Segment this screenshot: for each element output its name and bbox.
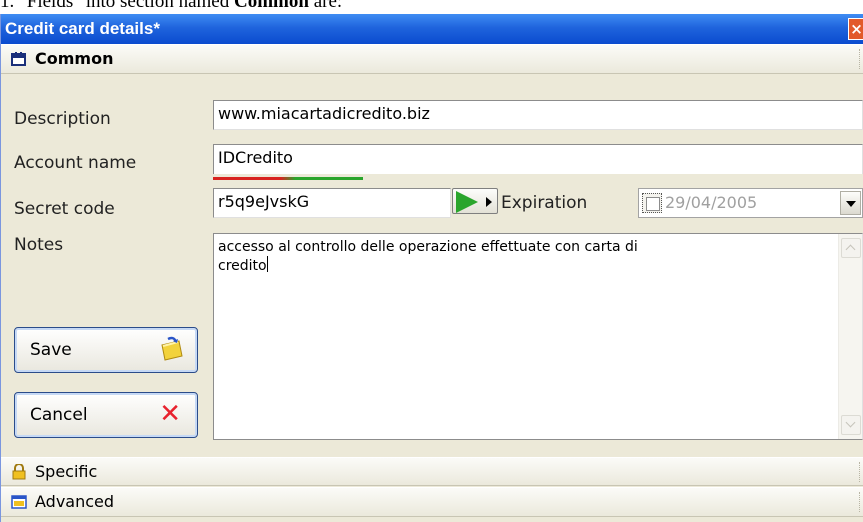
expiration-value: 29/04/2005 xyxy=(665,193,758,212)
notes-scrollbar[interactable] xyxy=(838,234,862,439)
expiration-date-picker[interactable]: 29/04/2005 xyxy=(638,188,863,218)
description-field[interactable]: www.miacartadicredito.biz xyxy=(213,100,863,130)
section-specific-label: Specific xyxy=(35,462,98,481)
description-label: Description xyxy=(14,109,111,129)
expiration-label: Expiration xyxy=(501,193,588,213)
notes-textarea[interactable]: accesso al controllo delle operazione ef… xyxy=(213,233,863,440)
section-grip xyxy=(859,492,862,512)
generate-code-button[interactable] xyxy=(452,188,498,214)
advanced-section-icon xyxy=(11,495,27,509)
section-common-label: Common xyxy=(35,49,114,68)
section-grip xyxy=(859,462,862,482)
account-name-field[interactable]: IDCredito xyxy=(213,144,863,174)
password-strength-bar xyxy=(213,177,363,180)
heading-bold-text: Common xyxy=(233,0,309,12)
save-button[interactable]: Save xyxy=(14,327,198,373)
chevron-down-icon[interactable] xyxy=(840,191,861,215)
credit-card-details-window: Credit card details* × Common Descriptio… xyxy=(0,14,863,522)
section-advanced-label: Advanced xyxy=(35,492,115,511)
arrow-right-icon xyxy=(486,197,492,207)
scroll-up-icon[interactable] xyxy=(841,238,861,258)
section-common-header[interactable]: Common xyxy=(1,44,863,74)
notes-label: Notes xyxy=(14,235,64,255)
lock-icon xyxy=(12,464,26,480)
text-caret xyxy=(266,256,268,272)
expiration-checkbox[interactable] xyxy=(642,193,662,213)
section-specific-header[interactable]: Specific xyxy=(1,457,863,486)
scroll-down-icon[interactable] xyxy=(841,415,861,435)
window-title: Credit card details* xyxy=(5,19,160,38)
common-section-icon xyxy=(11,52,26,66)
cancel-button[interactable]: Cancel ✕ xyxy=(14,392,198,438)
notes-content: accesso al controllo delle operazione ef… xyxy=(218,239,638,274)
section-grip xyxy=(859,49,862,69)
account-name-label: Account name xyxy=(14,153,137,173)
heading-text: 1. "Fields" into section named xyxy=(0,0,234,12)
play-icon xyxy=(456,191,478,213)
close-x-icon: ✕ xyxy=(159,399,181,429)
heading-suffix-text: are: xyxy=(308,0,343,12)
close-icon[interactable]: × xyxy=(848,18,863,40)
secret-code-label: Secret code xyxy=(14,199,115,219)
save-button-label: Save xyxy=(30,340,72,360)
save-icon xyxy=(161,336,183,361)
title-bar: Credit card details* × xyxy=(1,14,863,44)
section-advanced-header[interactable]: Advanced xyxy=(1,487,863,517)
secret-code-field[interactable]: r5q9eJvskG xyxy=(213,188,451,218)
document-heading: 1. "Fields" into section named Common ar… xyxy=(0,0,863,12)
cancel-button-label: Cancel xyxy=(30,405,88,425)
notes-text: accesso al controllo delle operazione ef… xyxy=(218,238,828,275)
